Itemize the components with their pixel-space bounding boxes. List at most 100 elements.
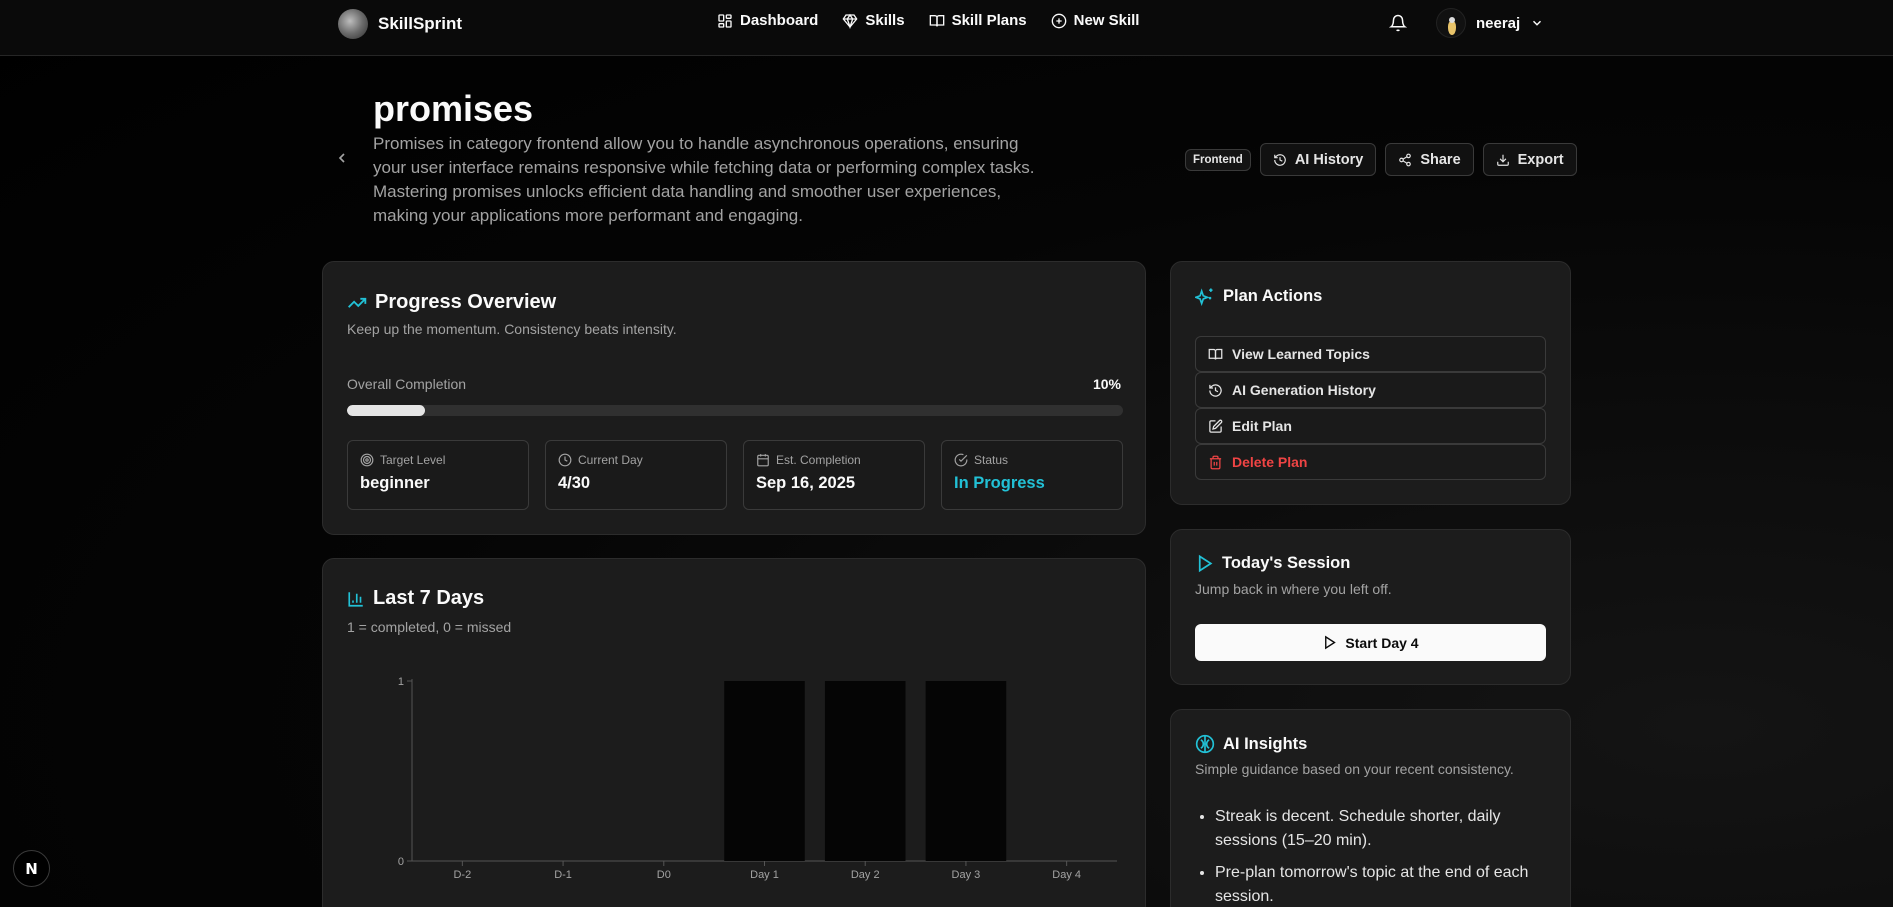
stat-current-day: Current Day 4/30 (545, 440, 727, 510)
history-icon (1273, 153, 1286, 166)
completion-progress-fill (347, 405, 425, 416)
check-circle-icon (954, 453, 968, 467)
session-subtitle: Jump back in where you left off. (1195, 581, 1392, 597)
gem-icon (842, 13, 858, 29)
completion-label: Overall Completion (347, 376, 467, 392)
nav-skill-plans-label: Skill Plans (951, 12, 1027, 29)
stat-est-completion: Est. Completion Sep 16, 2025 (743, 440, 925, 510)
start-day-label: Start Day 4 (1345, 634, 1419, 651)
back-chevron-icon[interactable] (334, 150, 350, 166)
edit-icon (1209, 419, 1223, 433)
status-value: In Progress (954, 474, 1045, 492)
x-tick-label: Day 3 (952, 869, 981, 881)
nav-skill-plans[interactable]: Skill Plans (929, 12, 1027, 29)
x-tick-label: Day 1 (750, 869, 779, 881)
export-button[interactable]: Export (1482, 143, 1577, 176)
book-icon (929, 14, 944, 26)
action-label: Delete Plan (1232, 454, 1308, 470)
dev-tools-badge-label: N (25, 859, 38, 878)
ai-insights-card: AI Insights Simple guidance based on you… (1170, 709, 1571, 907)
stat-status: Status In Progress (941, 440, 1123, 510)
last-7-days-chart: 0 1 D-2 D-1 D0 Day 1 Day 2 Day 3 Day 4 (398, 676, 1117, 881)
progress-title-text: Progress Overview (375, 291, 557, 313)
plan-actions-title-text: Plan Actions (1223, 286, 1323, 305)
dev-tools-badge[interactable]: N (13, 850, 50, 887)
sparkles-icon (1195, 288, 1213, 306)
y-tick-label: 1 (398, 676, 404, 688)
view-learned-topics-button[interactable]: View Learned Topics (1195, 336, 1546, 372)
avatar (1436, 8, 1466, 38)
page-description: Promises in category frontend allow you … (373, 134, 1035, 225)
stat-label: Status (974, 453, 1009, 467)
nav-skills[interactable]: Skills (842, 12, 905, 29)
nav-dashboard-label: Dashboard (740, 12, 819, 29)
completion-progress-bar (347, 405, 1123, 416)
clock-icon (558, 453, 572, 467)
progress-subtitle: Keep up the momentum. Consistency beats … (347, 321, 677, 337)
stat-target-level: Target Level beginner (347, 440, 529, 510)
delete-plan-button[interactable]: Delete Plan (1195, 444, 1546, 480)
plan-actions-list: View Learned Topics AI Generation Histor… (1195, 336, 1546, 480)
insights-list: Streak is decent. Schedule shorter, dail… (1215, 805, 1535, 907)
bell-icon[interactable] (1389, 14, 1407, 32)
nav-skills-label: Skills (865, 12, 905, 29)
share-button[interactable]: Share (1385, 143, 1474, 176)
x-tick-label: Day 4 (1052, 869, 1081, 881)
session-title-text: Today's Session (1222, 554, 1351, 572)
stat-value: beginner (360, 474, 430, 492)
header-actions: Frontend AI History Share Export (1185, 143, 1577, 176)
category-badge: Frontend (1185, 148, 1251, 171)
nav-new-skill-label: New Skill (1073, 12, 1140, 29)
book-open-icon (1208, 348, 1223, 360)
stat-current-day-label-row: Current Day (558, 453, 714, 467)
stat-label: Est. Completion (776, 453, 861, 467)
insights-subtitle: Simple guidance based on your recent con… (1195, 761, 1514, 777)
last-7-days-card: Last 7 Days 1 = completed, 0 = missed 01… (322, 558, 1146, 907)
brain-icon (1195, 734, 1215, 754)
share-icon (1399, 153, 1412, 166)
history-icon (1209, 383, 1222, 397)
share-label: Share (1420, 151, 1461, 168)
user-menu[interactable]: neeraj (1436, 8, 1544, 38)
action-label: AI Generation History (1232, 382, 1376, 398)
stat-target-level-label-row: Target Level (360, 453, 516, 467)
ai-history-button[interactable]: AI History (1259, 143, 1377, 176)
x-tick-label: Day 2 (851, 869, 880, 881)
chevron-down-icon (1533, 20, 1542, 26)
insight-item: Streak is decent. Schedule shorter, dail… (1215, 805, 1535, 853)
action-label: View Learned Topics (1232, 346, 1370, 362)
x-tick-label: D-1 (554, 869, 572, 881)
stat-status-label-row: Status (954, 453, 1110, 467)
brand-name: SkillSprint (378, 13, 463, 33)
play-icon (1325, 635, 1337, 650)
session-title: Today's Session (1195, 554, 1350, 573)
stat-label: Current Day (578, 453, 643, 467)
calendar-icon (757, 454, 769, 467)
plan-actions-title: Plan Actions (1195, 286, 1322, 306)
insights-title-text: AI Insights (1223, 734, 1308, 753)
progress-title: Progress Overview (347, 291, 556, 314)
x-tick-label: D0 (657, 869, 671, 881)
ai-generation-history-button[interactable]: AI Generation History (1195, 372, 1546, 408)
brand[interactable]: SkillSprint (338, 8, 462, 39)
trending-up-icon (348, 297, 367, 308)
stat-value: Sep 16, 2025 (756, 474, 856, 492)
action-label: Edit Plan (1232, 418, 1292, 434)
plan-actions-card: Plan Actions View Learned Topics AI Gene… (1170, 261, 1571, 505)
nav-new-skill[interactable]: New Skill (1051, 12, 1140, 29)
completion-value: 10% (1092, 376, 1121, 392)
y-tick-label: 0 (398, 856, 404, 868)
chart-bar (925, 681, 1007, 861)
ai-history-label: AI History (1294, 151, 1364, 168)
user-name: neeraj (1476, 14, 1521, 32)
plus-circle-icon (1051, 13, 1066, 28)
progress-overview-card: Progress Overview Keep up the momentum. … (322, 261, 1146, 535)
main-nav: Dashboard Skills Skill Plans New Skill (717, 12, 1139, 29)
edit-plan-button[interactable]: Edit Plan (1195, 408, 1546, 444)
chart-bar (824, 681, 906, 861)
stat-est-completion-label-row: Est. Completion (756, 453, 912, 467)
stat-label: Target Level (380, 453, 446, 467)
nav-dashboard[interactable]: Dashboard (717, 12, 818, 29)
start-day-button[interactable]: Start Day 4 (1195, 624, 1546, 661)
grid-icon (718, 13, 732, 28)
